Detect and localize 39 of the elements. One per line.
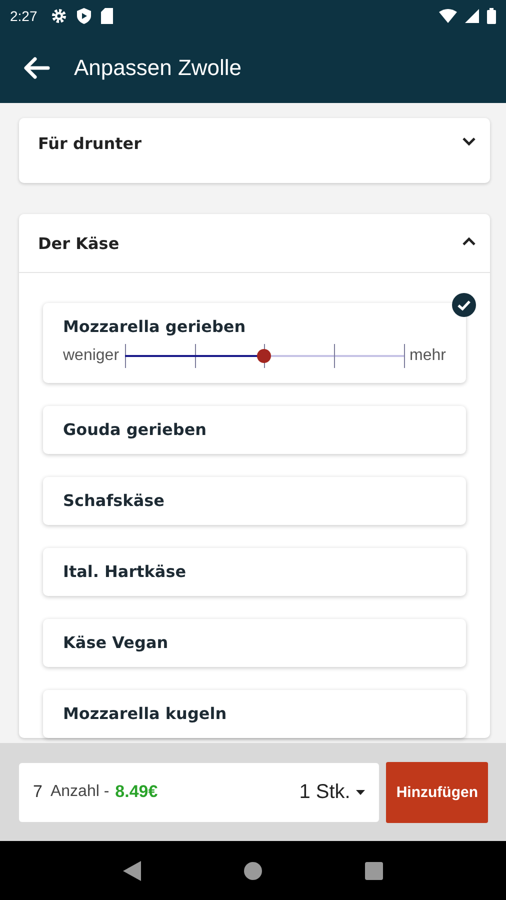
slider-max-label: mehr (410, 347, 446, 365)
option-name: Ital. Hartkäse (63, 562, 186, 581)
option-card[interactable]: Ital. Hartkäse (43, 548, 466, 596)
screen-title: Anpassen Zwolle (74, 54, 242, 80)
option-name: Gouda gerieben (63, 420, 207, 439)
option-name: Mozzarella kugeln (63, 704, 227, 723)
unit-dropdown[interactable]: 1 Stk. (299, 780, 350, 804)
amount-slider[interactable] (125, 344, 404, 368)
status-time: 2:27 (10, 8, 38, 24)
shield-icon (77, 8, 92, 24)
quantity-field[interactable]: 7 Anzahl - 8.49€ 1 Stk. (19, 762, 380, 822)
option-card[interactable]: Mozzarella gerieben weniger mehr (43, 303, 466, 383)
option-card[interactable]: Käse Vegan (43, 619, 466, 667)
battery-icon (487, 8, 496, 24)
option-card[interactable]: Mozzarella kugeln (43, 690, 466, 738)
back-arrow-icon[interactable] (24, 56, 50, 78)
caret-icon (356, 790, 366, 794)
wifi-icon (439, 9, 457, 23)
sd-card-icon (101, 8, 114, 24)
slider-thumb[interactable] (257, 349, 272, 363)
slider-min-label: weniger (63, 347, 120, 365)
chevron-down-icon[interactable] (462, 137, 476, 146)
home-icon[interactable] (244, 862, 262, 880)
option-name: Käse Vegan (63, 633, 168, 652)
section-title[interactable]: Der Käse (38, 233, 120, 253)
section-title[interactable]: Für drunter (38, 133, 142, 153)
option-card[interactable]: Schafskäse (43, 477, 466, 525)
option-name: Schafskäse (63, 491, 164, 510)
option-card[interactable]: Gouda gerieben (43, 406, 466, 454)
option-name: Mozzarella gerieben (63, 317, 246, 336)
chevron-up-icon[interactable] (462, 237, 476, 246)
add-button[interactable]: Hinzufügen (386, 762, 488, 822)
price: 8.49€ (115, 782, 158, 802)
quantity-value: 7 (33, 782, 42, 802)
recents-icon[interactable] (364, 862, 383, 880)
back-icon[interactable] (123, 860, 142, 880)
signal-icon (465, 9, 479, 23)
quantity-label: Anzahl - (50, 783, 110, 801)
gear-icon (51, 8, 68, 24)
